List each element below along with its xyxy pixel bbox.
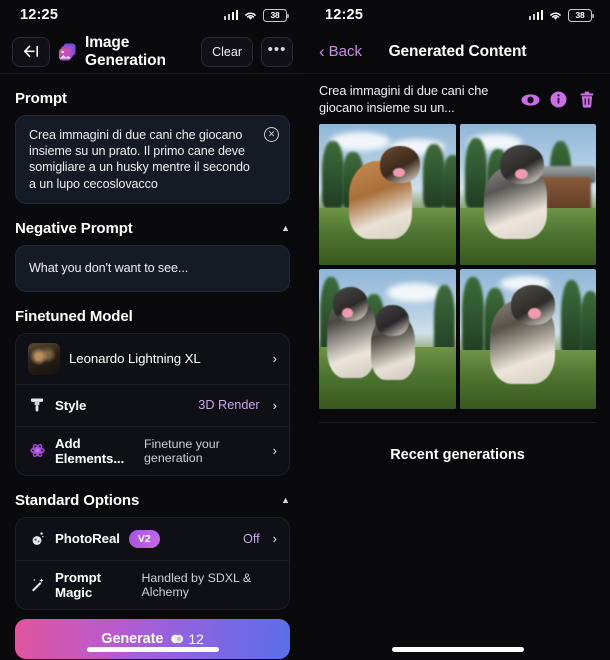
- status-indicators: 38: [223, 8, 289, 22]
- nav-title-group: Image Generation: [58, 34, 193, 70]
- status-time: 12:25: [20, 7, 59, 23]
- battery-icon: 38: [263, 8, 289, 22]
- chevron-right-icon-model: ›: [272, 351, 277, 367]
- chevron-up-icon-standard[interactable]: ▲: [281, 495, 290, 505]
- battery-percent: 38: [270, 10, 280, 20]
- finetuned-model-section-title: Finetuned Model: [15, 307, 133, 325]
- chevron-right-icon-photoreal: ›: [272, 531, 277, 547]
- generated-image-grid: [305, 124, 610, 410]
- battery-icon-right: 38: [568, 8, 594, 22]
- token-coin-icon: [171, 634, 184, 644]
- add-elements-value: Finetune your generation: [144, 436, 220, 465]
- right-nav-bar: ‹ Back Generated Content: [305, 30, 610, 74]
- standard-options-section-title: Standard Options: [15, 491, 140, 509]
- status-bar-right: 12:25 38: [305, 0, 610, 30]
- style-row[interactable]: Style 3D Render ›: [16, 383, 289, 426]
- wifi-icon: [243, 10, 258, 21]
- model-row[interactable]: Leonardo Lightning XL ›: [16, 334, 289, 384]
- prompt-magic-value: Handled by SDXL & Alchemy: [141, 570, 252, 599]
- delete-icon[interactable]: [577, 90, 596, 109]
- negative-prompt-placeholder: What you don't want to see...: [29, 261, 189, 276]
- clear-button[interactable]: Clear: [201, 36, 253, 67]
- magic-wand-icon: [28, 577, 46, 592]
- chevron-up-icon-negative[interactable]: ▲: [281, 223, 290, 233]
- chevron-right-icon-elements: ›: [272, 443, 277, 459]
- home-bar[interactable]: [86, 647, 219, 652]
- finetuned-model-section-header: Finetuned Model: [15, 308, 290, 325]
- home-indicator-left: [0, 647, 305, 652]
- model-name: Leonardo Lightning XL: [69, 351, 201, 367]
- home-indicator-right: [305, 647, 610, 652]
- battery-percent-right: 38: [575, 10, 585, 20]
- prompt-magic-row[interactable]: Prompt Magic Handled by SDXL & Alchemy: [16, 559, 289, 609]
- standard-options-card: PhotoReal V2 Off › Prompt Magic Handled …: [15, 516, 290, 610]
- standard-options-section-header[interactable]: Standard Options ▲: [15, 492, 290, 509]
- chevron-left-icon: ‹: [319, 42, 325, 61]
- clear-circle-icon[interactable]: ✕: [264, 127, 279, 142]
- home-bar-right[interactable]: [391, 647, 524, 652]
- paintbrush-icon: [28, 397, 46, 413]
- generated-image-3[interactable]: [319, 268, 456, 410]
- status-bar-left: 12:25 38: [0, 0, 305, 30]
- chevron-right-icon-style: ›: [272, 397, 277, 413]
- back-label: Back: [328, 43, 363, 60]
- image-generation-app-icon: [58, 42, 78, 62]
- generation-actions: [521, 90, 596, 109]
- status-indicators-right: 38: [528, 8, 594, 22]
- generated-image-4[interactable]: [459, 268, 596, 410]
- left-nav-bar: Image Generation Clear •••: [0, 30, 305, 74]
- generate-button[interactable]: Generate 12: [15, 618, 290, 659]
- prompt-magic-label: Prompt Magic: [55, 569, 101, 600]
- negative-prompt-input[interactable]: What you don't want to see...: [15, 244, 290, 292]
- photoreal-icon: [28, 531, 46, 546]
- recent-generations-title: Recent generations: [390, 447, 525, 464]
- wifi-icon-right: [548, 10, 563, 21]
- status-time-right: 12:25: [325, 7, 364, 23]
- cellular-bars-icon: [223, 10, 238, 20]
- more-options-button[interactable]: •••: [261, 36, 293, 67]
- section-divider: [319, 422, 596, 424]
- generation-header-row: Crea immagini di due cani che giocano in…: [305, 74, 610, 124]
- photoreal-row[interactable]: PhotoReal V2 Off ›: [16, 518, 289, 560]
- cellular-bars-icon-right: [528, 10, 543, 20]
- style-value: 3D Render: [198, 398, 260, 413]
- generate-cost-group: 12: [170, 630, 204, 647]
- generated-image-2[interactable]: [459, 124, 596, 265]
- prompt-section-title: Prompt: [15, 90, 67, 107]
- negative-prompt-section-title: Negative Prompt: [15, 219, 133, 237]
- generated-content-panel: 12:25 38 ‹ Back Generated Content Crea i…: [305, 0, 610, 660]
- finetuned-model-card: Leonardo Lightning XL › Style 3D Render …: [15, 332, 290, 476]
- prompt-input[interactable]: Crea immagini di due cani che giocano in…: [15, 115, 290, 204]
- prompt-section-header: Prompt: [15, 90, 290, 107]
- info-icon[interactable]: [549, 90, 568, 109]
- image-generation-panel: 12:25 38 Image Generation Clear ••• Prom…: [0, 0, 305, 660]
- negative-prompt-section-header[interactable]: Negative Prompt ▲: [15, 220, 290, 237]
- back-button[interactable]: ‹ Back: [319, 43, 362, 60]
- view-icon[interactable]: [521, 90, 540, 109]
- model-thumbnail: [28, 342, 60, 375]
- left-content: Prompt Crea immagini di due cani che gio…: [0, 90, 305, 660]
- photoreal-version-badge: V2: [128, 529, 160, 548]
- generated-image-1[interactable]: [319, 124, 456, 265]
- elements-atom-icon: [28, 443, 46, 458]
- prompt-text: Crea immagini di due cani che giocano in…: [29, 128, 250, 191]
- generation-prompt-preview: Crea immagini di due cani che giocano in…: [319, 83, 489, 115]
- add-elements-row[interactable]: Add Elements... Finetune your generation…: [16, 425, 289, 475]
- add-elements-label: Add Elements...: [55, 435, 125, 466]
- page-title: Image Generation: [85, 33, 166, 69]
- generate-label: Generate: [101, 630, 164, 647]
- style-label: Style: [55, 397, 87, 413]
- generate-cost: 12: [188, 630, 204, 647]
- photoreal-value: Off: [242, 531, 260, 546]
- back-arrow-icon[interactable]: [12, 36, 50, 67]
- photoreal-label: PhotoReal: [55, 531, 120, 547]
